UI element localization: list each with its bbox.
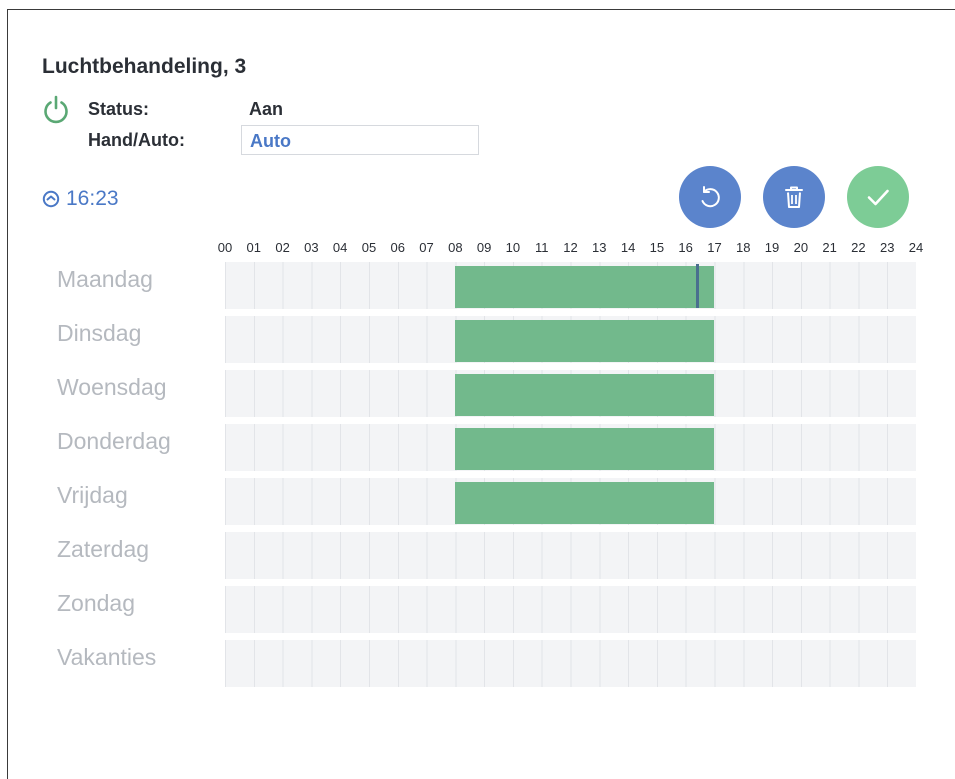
reset-button[interactable]: [679, 166, 741, 228]
hour-label: 13: [592, 240, 607, 255]
mode-label: Hand/Auto:: [88, 130, 185, 150]
day-label: Vrijdag: [57, 482, 128, 508]
row-separator: [225, 363, 916, 370]
delete-button[interactable]: [763, 166, 825, 228]
trash-icon: [785, 186, 803, 208]
day-label: Dinsdag: [57, 320, 142, 346]
hour-label: 23: [879, 240, 895, 255]
row-separator: [225, 471, 916, 478]
day-label: Donderdag: [57, 428, 171, 454]
device-title: Luchtbehandeling, 3: [42, 55, 247, 78]
hour-label: 10: [505, 240, 521, 255]
row-separator: [225, 417, 916, 424]
status-value: Aan: [249, 99, 284, 119]
hour-label: 14: [620, 240, 636, 255]
hour-label: 11: [534, 240, 549, 255]
current-time: 16:23: [42, 187, 119, 211]
check-icon: [867, 189, 889, 206]
confirm-button[interactable]: [847, 166, 909, 228]
hour-label: 22: [851, 240, 866, 255]
row-separator: [225, 633, 916, 640]
day-label: Zondag: [57, 590, 136, 616]
hour-label: 17: [707, 240, 722, 255]
row-separator: [225, 309, 916, 316]
hour-label: 09: [476, 240, 492, 255]
schedule-block[interactable]: [455, 320, 715, 362]
day-label: Vakanties: [57, 644, 157, 670]
mode-value: Auto: [250, 131, 291, 151]
day-label: Zaterdag: [57, 536, 150, 562]
schedule-block[interactable]: [455, 266, 715, 308]
hour-label: 18: [736, 240, 751, 255]
hour-label: 06: [390, 240, 405, 255]
hour-label: 00: [217, 240, 233, 255]
hour-label: 02: [275, 240, 290, 255]
undo-icon: [701, 186, 720, 208]
mode-field[interactable]: Auto: [241, 125, 479, 155]
hour-label: 16: [678, 240, 693, 255]
schedule-block[interactable]: [455, 374, 715, 416]
hour-label: 01: [246, 240, 262, 255]
row-separator: [225, 579, 916, 586]
day-label: Woensdag: [57, 374, 167, 400]
hour-label: 19: [764, 240, 780, 255]
day-label: Maandag: [57, 266, 153, 292]
clock-time: 16:23: [66, 187, 119, 210]
hour-label: 07: [419, 240, 434, 255]
hour-label: 04: [332, 240, 348, 255]
hour-label: 03: [304, 240, 319, 255]
hour-label: 05: [361, 240, 377, 255]
hour-label: 08: [448, 240, 463, 255]
current-time-marker: [695, 264, 699, 308]
hour-label: 12: [563, 240, 578, 255]
hour-label: 21: [822, 240, 837, 255]
hour-label: 24: [908, 240, 924, 255]
hour-label: 20: [793, 240, 809, 255]
hour-label: 15: [649, 240, 665, 255]
clock-icon: [42, 190, 60, 208]
schedule-block[interactable]: [455, 482, 715, 524]
status-label: Status:: [88, 99, 150, 119]
schedule-block[interactable]: [455, 428, 715, 470]
power-icon: [44, 95, 68, 124]
row-separator: [225, 525, 916, 532]
